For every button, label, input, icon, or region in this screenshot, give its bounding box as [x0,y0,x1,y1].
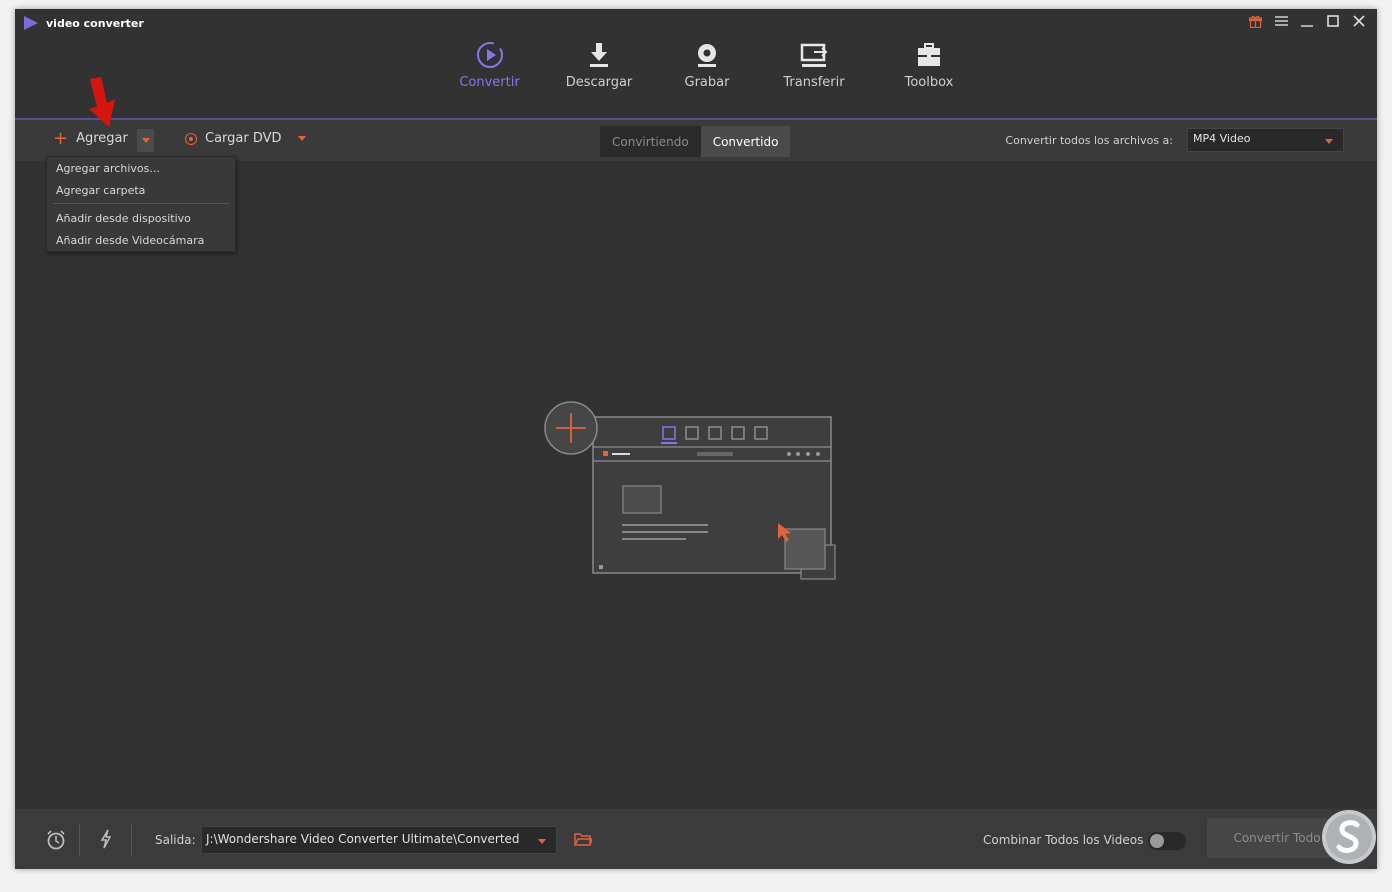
output-format-value: MP4 Video [1193,132,1251,145]
toolbox-icon [913,39,945,71]
menu-item-add-from-device[interactable]: Añadir desde dispositivo [56,212,191,225]
tab-converted[interactable]: Convertido [700,126,791,157]
chevron-down-icon[interactable] [297,136,306,141]
status-segmented-control: Convirtiendo Convertido [600,126,791,157]
alarm-clock-icon[interactable] [46,830,66,850]
toggle-knob [1150,834,1164,848]
menu-item-add-folder[interactable]: Agregar carpeta [56,184,145,197]
output-path-value: J:\Wondershare Video Converter Ultimate\… [206,832,520,846]
dvd-icon [185,132,197,145]
tab-grabar-label: Grabar [684,75,730,90]
footer-divider [131,824,132,856]
watermark-logo-icon [1322,810,1376,864]
convert-all-label: Convertir todos los archivos a: [1005,134,1173,147]
burn-icon [691,39,723,71]
footer-bar: Salida: J:\Wondershare Video Converter U… [15,809,1377,869]
menu-item-add-from-camcorder[interactable]: Añadir desde Videocámara [56,234,204,247]
tab-convertir[interactable]: Convertir [434,9,545,120]
red-arrow-annotation-icon [89,77,115,127]
toolbar: + Agregar Cargar DVD Convirtiendo Conver… [15,120,1377,161]
menu-divider [53,203,229,204]
tab-convertir-label: Convertir [459,75,520,90]
download-icon [583,39,615,71]
footer-divider [79,824,80,856]
tab-toolbox[interactable]: Toolbox [899,9,959,119]
open-folder-icon[interactable] [574,832,592,846]
plus-icon: + [53,127,69,149]
load-dvd-button[interactable]: Cargar DVD [185,131,306,146]
chevron-down-icon [1325,139,1333,144]
convert-icon [474,39,506,71]
empty-file-area[interactable] [15,161,1377,809]
load-dvd-label: Cargar DVD [205,131,282,146]
tab-descargar-label: Descargar [565,75,633,90]
tab-transferir[interactable]: Transferir [781,9,847,119]
tab-toolbox-label: Toolbox [904,75,954,90]
tab-descargar[interactable]: Descargar [561,9,637,119]
chevron-down-icon [538,839,546,844]
empty-state-illustration [544,401,836,580]
app-window: video converter Convertir Descargar Grab… [15,9,1377,869]
add-files-menu: Agregar archivos... Agregar carpeta Añad… [46,156,236,252]
transfer-icon [798,39,830,71]
add-files-label: Agregar [76,131,128,146]
output-label: Salida: [155,833,196,847]
main-nav: Convertir Descargar Grabar Transferir To… [15,9,1377,120]
lightning-icon[interactable] [100,829,112,849]
chevron-down-icon [142,138,150,143]
add-files-button[interactable]: + Agregar [53,127,128,149]
combine-videos-label: Combinar Todos los Videos [983,833,1144,847]
menu-item-add-files[interactable]: Agregar archivos... [56,162,160,175]
output-path-select[interactable]: J:\Wondershare Video Converter Ultimate\… [201,826,557,854]
add-dropdown-toggle[interactable] [137,129,154,152]
tab-converting[interactable]: Convirtiendo [600,126,701,157]
combine-videos-toggle[interactable] [1148,832,1186,850]
output-format-select[interactable]: MP4 Video [1187,128,1344,152]
tab-transferir-label: Transferir [783,75,845,90]
tab-grabar[interactable]: Grabar [677,9,737,119]
title-bar: video converter Convertir Descargar Grab… [15,9,1377,120]
